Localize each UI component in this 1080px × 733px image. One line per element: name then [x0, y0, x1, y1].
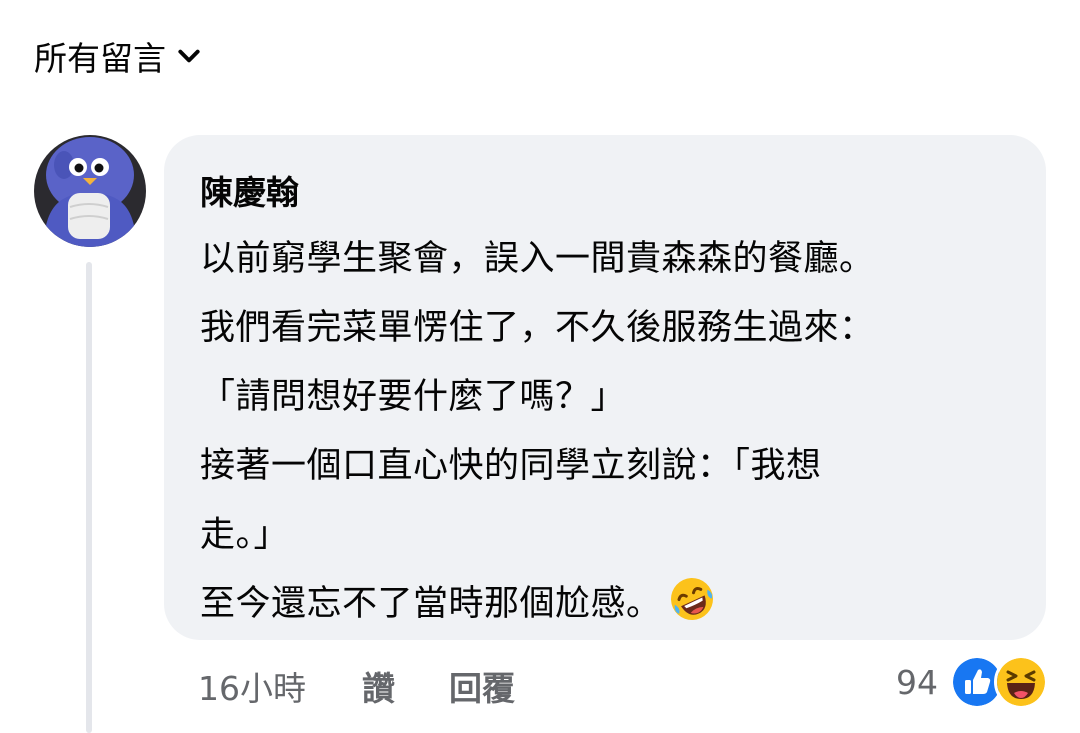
reaction-summary[interactable]: 94: [896, 655, 1048, 709]
comment-line: 我們看完菜單愣住了，不久後服務生過來：: [200, 308, 875, 348]
comment-actions: 16小時 讚 回覆: [198, 660, 515, 712]
comment-bubble: 陳慶翰 以前窮學生聚會，誤入一間貴森森的餐廳。 我們看完菜單愣住了，不久後服務生…: [164, 135, 1046, 640]
reaction-icons: [950, 655, 1048, 709]
chevron-down-icon: [178, 49, 200, 63]
avatar-image: [34, 135, 146, 247]
reply-thread-line: [86, 262, 92, 733]
comment-line: 接著一個口直心快的同學立刻說：「我想: [200, 446, 822, 486]
comment-sort-dropdown[interactable]: 所有留言: [34, 30, 202, 82]
comment-line-text: 至今還忘不了當時那個尬感。: [200, 584, 662, 624]
reaction-count: 94: [896, 662, 938, 702]
comment-timestamp[interactable]: 16小時: [198, 662, 306, 710]
reply-button[interactable]: 回覆: [449, 662, 515, 710]
comment-line: 以前窮學生聚會，誤入一間貴森森的餐廳。: [200, 239, 875, 279]
sort-label: 所有留言: [34, 39, 166, 78]
like-button[interactable]: 讚: [362, 662, 395, 710]
comment-author[interactable]: 陳慶翰: [200, 169, 1046, 217]
comment-body: 以前窮學生聚會，誤入一間貴森森的餐廳。 我們看完菜單愣住了，不久後服務生過來： …: [200, 225, 1046, 639]
avatar[interactable]: [34, 135, 146, 247]
rolling-on-floor-laughing-icon: [670, 578, 713, 620]
comment-line: 「請問想好要什麼了嗎？」: [200, 377, 627, 417]
comment-line: 走。」: [200, 515, 290, 555]
haha-reaction-icon: [994, 655, 1048, 709]
comment-line-last: 至今還忘不了當時那個尬感。: [200, 570, 1046, 639]
